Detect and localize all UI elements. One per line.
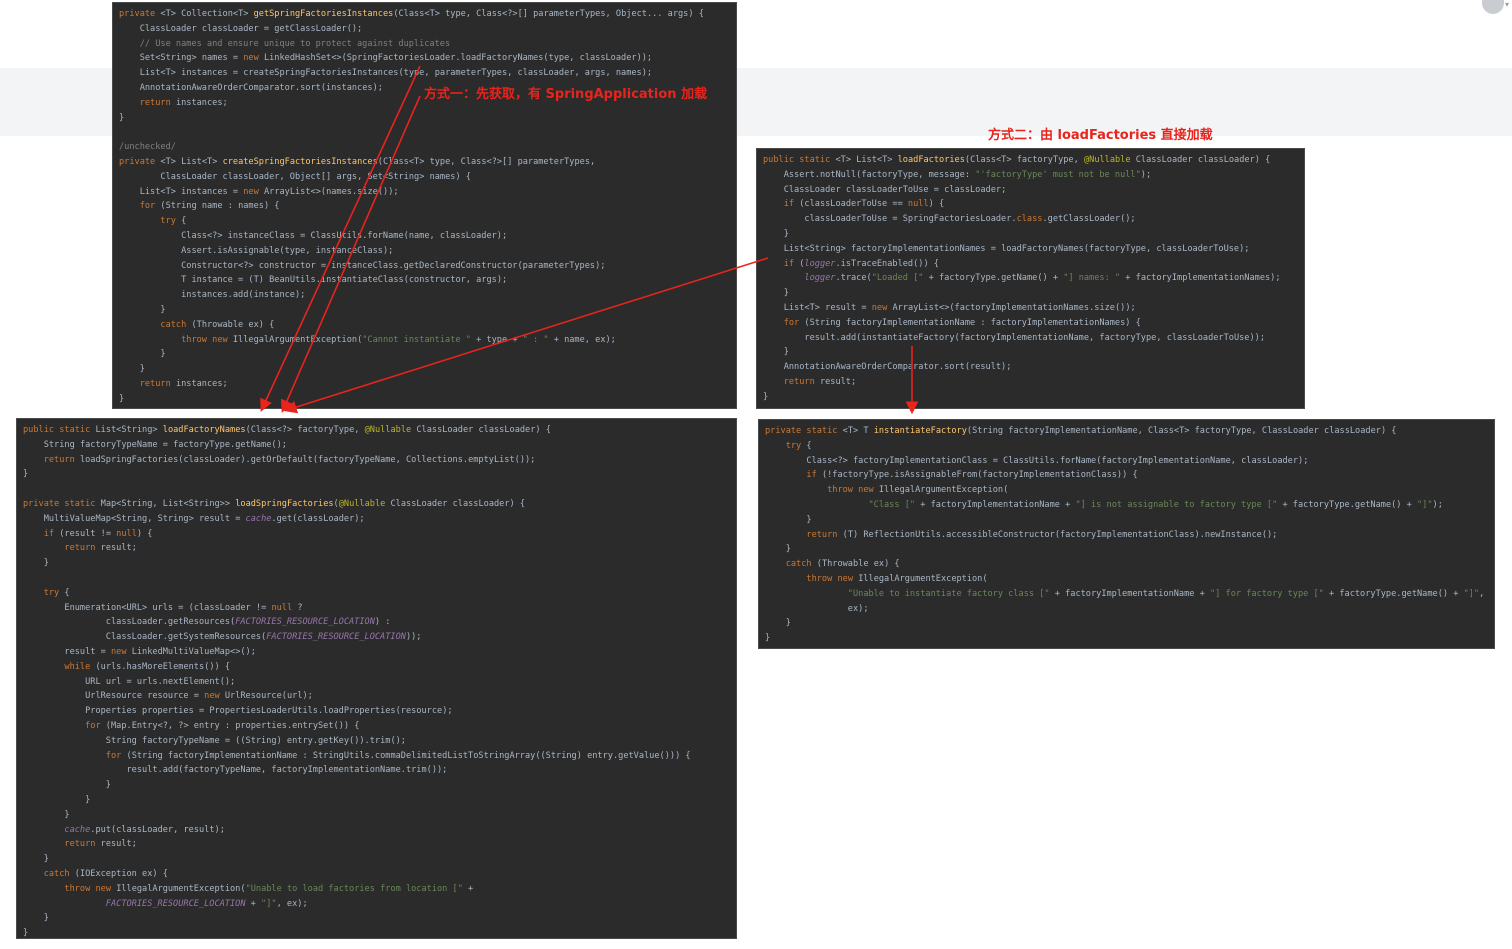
arrow-load-factories-to-names [283, 257, 769, 414]
arrow-create-instances [280, 95, 421, 413]
arrow-load-factory-names [260, 65, 421, 412]
flow-arrows [260, 65, 919, 415]
watermark: @稀土掘金技术社区 [1325, 907, 1478, 927]
